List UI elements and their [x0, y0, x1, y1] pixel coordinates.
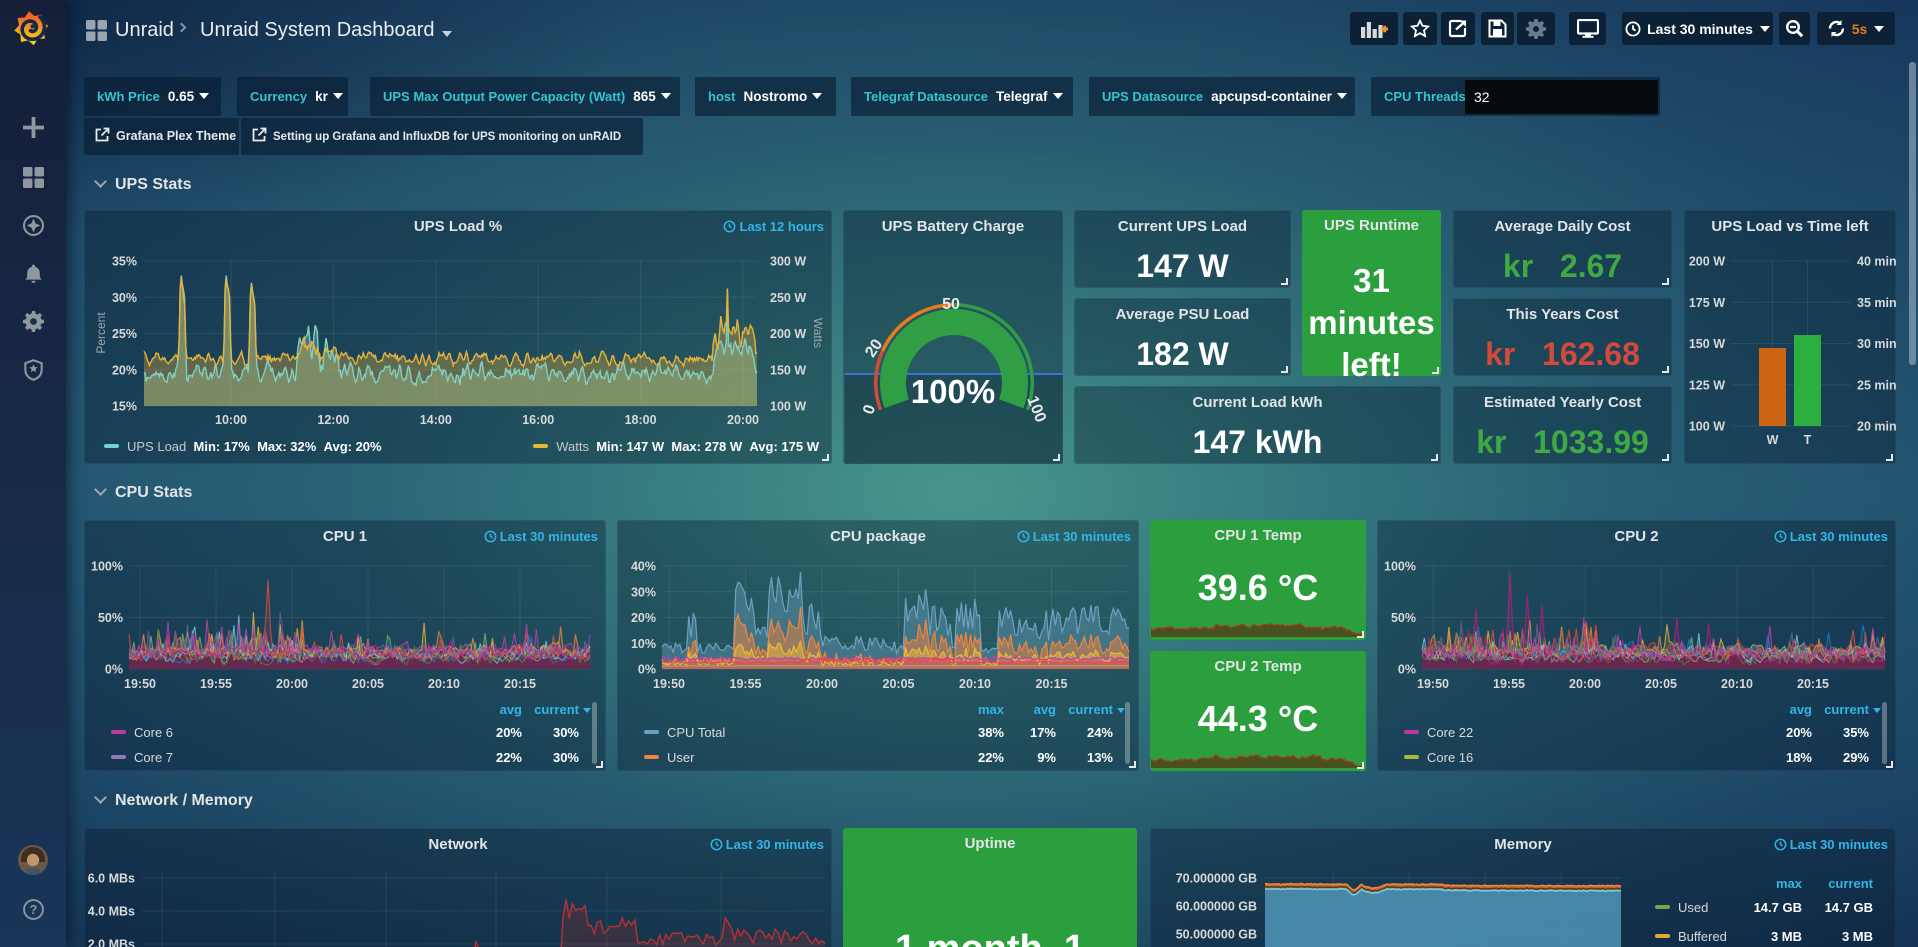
svg-text:6.0 MBs: 6.0 MBs — [88, 872, 135, 886]
svg-text:Watts: Watts — [811, 318, 825, 348]
svg-text:19:50: 19:50 — [1417, 677, 1449, 691]
svg-text:300 W: 300 W — [770, 255, 806, 269]
svg-text:20:15: 20:15 — [1797, 677, 1829, 691]
svg-text:20%: 20% — [112, 363, 137, 377]
svg-text:175 W: 175 W — [1689, 296, 1725, 310]
svg-text:12:00: 12:00 — [317, 413, 349, 427]
svg-text:150 W: 150 W — [1689, 337, 1725, 351]
svg-text:18:00: 18:00 — [625, 413, 657, 427]
svg-text:20:15: 20:15 — [504, 677, 536, 691]
svg-text:100 W: 100 W — [1689, 420, 1725, 434]
svg-text:0%: 0% — [1398, 663, 1416, 677]
svg-text:150 W: 150 W — [770, 363, 806, 377]
svg-text:30%: 30% — [112, 291, 137, 305]
svg-text:Percent: Percent — [94, 312, 108, 354]
svg-text:30%: 30% — [631, 585, 656, 599]
svg-text:20 min: 20 min — [1857, 420, 1897, 434]
svg-text:200 W: 200 W — [1689, 255, 1725, 269]
svg-text:19:55: 19:55 — [730, 677, 762, 691]
svg-text:20:05: 20:05 — [883, 677, 915, 691]
svg-text:19:55: 19:55 — [1493, 677, 1525, 691]
svg-text:70.000000 GB: 70.000000 GB — [1176, 872, 1257, 886]
svg-text:20:10: 20:10 — [959, 677, 991, 691]
svg-text:25 min: 25 min — [1857, 378, 1897, 392]
svg-text:100 W: 100 W — [770, 400, 806, 414]
svg-text:20:00: 20:00 — [276, 677, 308, 691]
svg-text:30 min: 30 min — [1857, 337, 1897, 351]
svg-text:10:00: 10:00 — [215, 413, 247, 427]
svg-text:W: W — [1767, 433, 1779, 447]
svg-text:T: T — [1804, 433, 1812, 447]
svg-text:35 min: 35 min — [1857, 296, 1897, 310]
svg-text:100%: 100% — [91, 560, 123, 574]
svg-text:50: 50 — [942, 296, 960, 313]
svg-text:20:10: 20:10 — [1721, 677, 1753, 691]
svg-text:250 W: 250 W — [770, 291, 806, 305]
svg-text:200 W: 200 W — [770, 327, 806, 341]
svg-text:19:50: 19:50 — [653, 677, 685, 691]
svg-text:20:00: 20:00 — [727, 413, 759, 427]
svg-text:?: ? — [30, 903, 38, 917]
svg-text:20:05: 20:05 — [1645, 677, 1677, 691]
svg-text:100%: 100% — [1384, 560, 1416, 574]
svg-text:19:50: 19:50 — [124, 677, 156, 691]
svg-text:50%: 50% — [98, 611, 123, 625]
svg-text:20: 20 — [862, 336, 886, 360]
svg-text:40 min: 40 min — [1857, 255, 1897, 269]
svg-text:0%: 0% — [105, 663, 123, 677]
svg-text:60.000000 GB: 60.000000 GB — [1176, 900, 1257, 914]
svg-text:10%: 10% — [631, 637, 656, 651]
svg-text:125 W: 125 W — [1689, 378, 1725, 392]
svg-text:19:55: 19:55 — [200, 677, 232, 691]
svg-text:20:10: 20:10 — [428, 677, 460, 691]
svg-text:20:00: 20:00 — [806, 677, 838, 691]
svg-text:50%: 50% — [1391, 611, 1416, 625]
svg-text:16:00: 16:00 — [522, 413, 554, 427]
svg-text:4.0 MBs: 4.0 MBs — [88, 905, 135, 919]
svg-text:50.000000 GB: 50.000000 GB — [1176, 928, 1257, 942]
svg-text:20:15: 20:15 — [1036, 677, 1068, 691]
svg-text:35%: 35% — [112, 255, 137, 269]
svg-text:40%: 40% — [631, 560, 656, 574]
svg-text:14:00: 14:00 — [420, 413, 452, 427]
svg-text:15%: 15% — [112, 400, 137, 414]
svg-text:2.0 MBs: 2.0 MBs — [88, 938, 135, 947]
svg-text:20:05: 20:05 — [352, 677, 384, 691]
svg-text:20%: 20% — [631, 611, 656, 625]
svg-text:25%: 25% — [112, 327, 137, 341]
svg-text:20:00: 20:00 — [1569, 677, 1601, 691]
svg-text:0%: 0% — [638, 663, 656, 677]
